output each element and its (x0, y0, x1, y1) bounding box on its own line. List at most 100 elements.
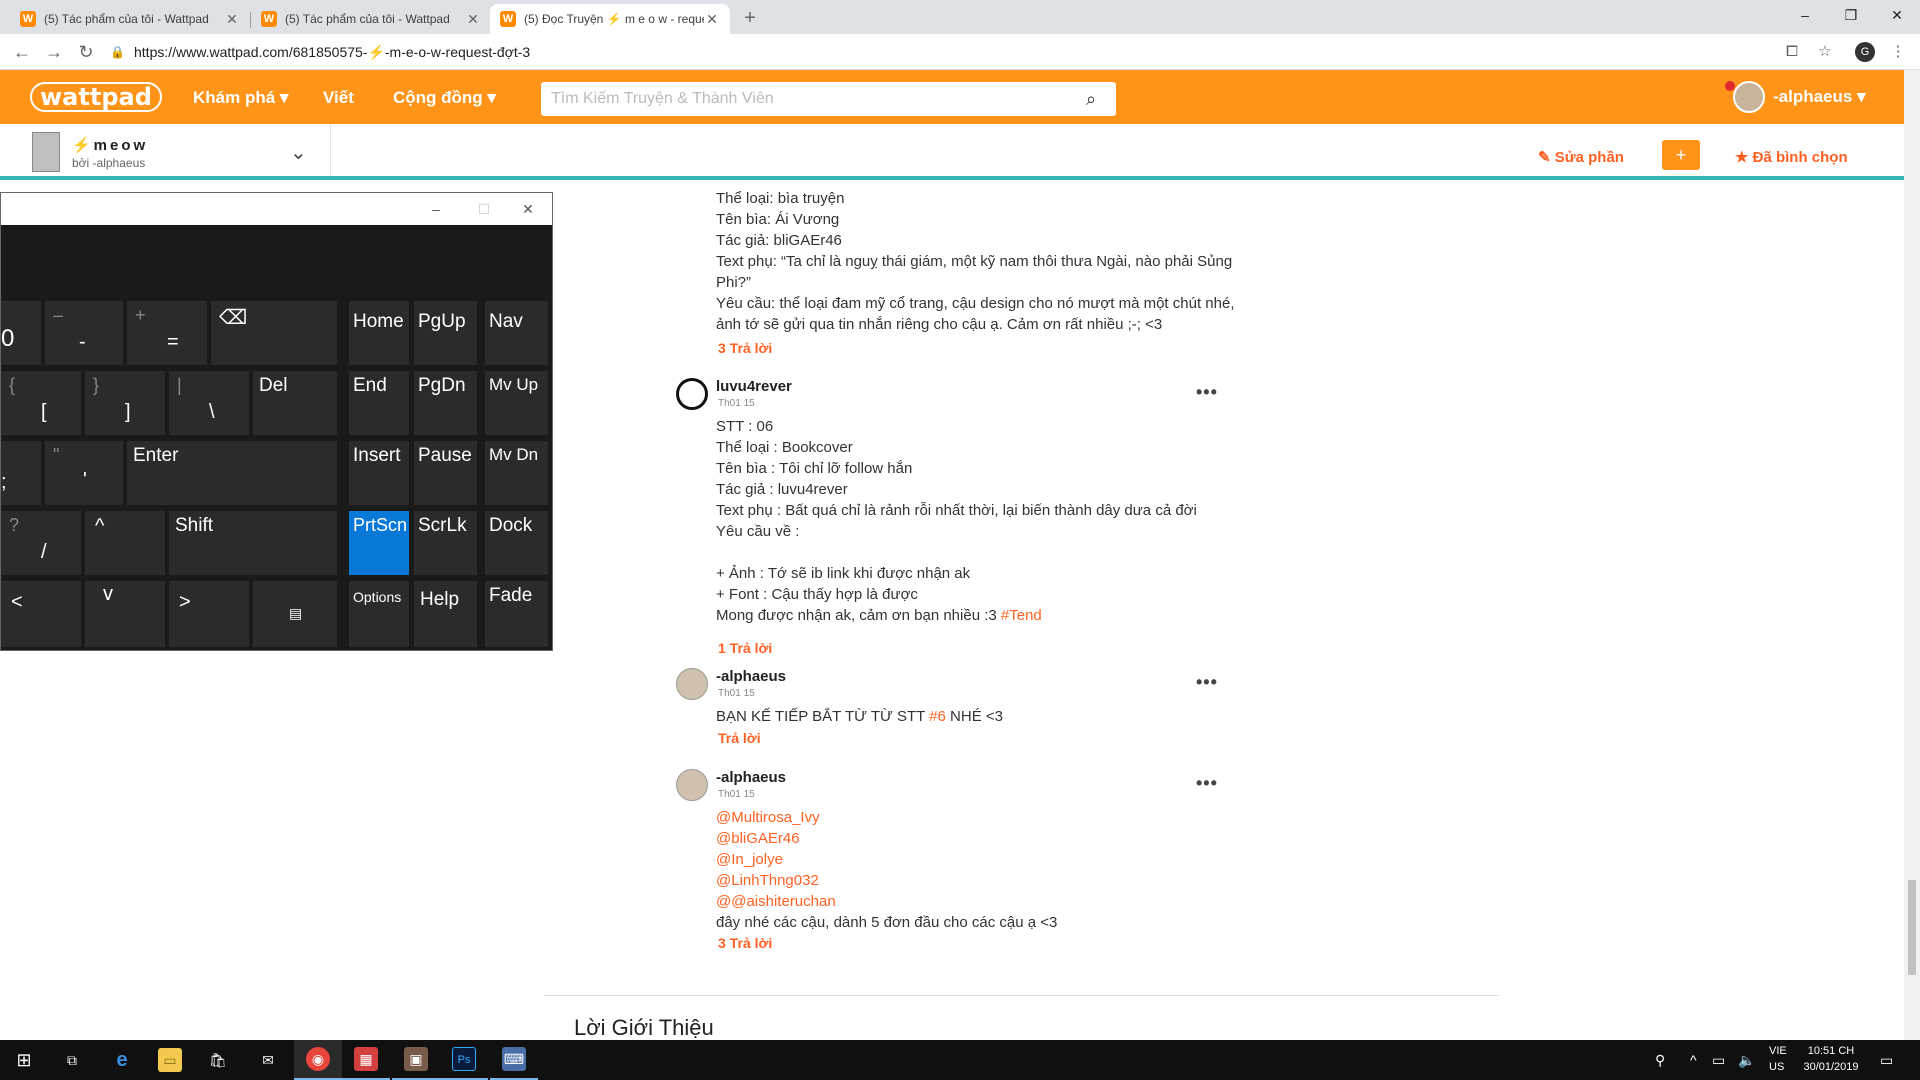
keyboard-app-icon[interactable]: ⌨ (490, 1040, 538, 1080)
hashtag-link[interactable]: #6 (929, 708, 946, 725)
key-equal[interactable]: + = (127, 301, 207, 365)
minimize-icon[interactable]: – (421, 197, 451, 221)
arrow-left-icon[interactable]: < (1, 581, 81, 647)
browser-tab[interactable]: W (5) Tác phẩm của tôi - Wattpad ✕ (251, 4, 491, 34)
more-options-icon[interactable]: ••• (1196, 773, 1218, 794)
new-tab-button[interactable]: + (738, 6, 762, 30)
key-pgup[interactable]: PgUp (414, 301, 477, 365)
vote-button[interactable]: ★ Đã bình chọn (1735, 148, 1848, 166)
file-explorer-icon[interactable]: ▭ (146, 1040, 194, 1080)
more-options-icon[interactable]: ••• (1196, 382, 1218, 403)
network-icon[interactable]: ▭ (1712, 1052, 1725, 1069)
key-semicolon[interactable]: ; (1, 441, 41, 505)
search-input[interactable] (551, 90, 1086, 108)
comment-author[interactable]: -alphaeus (716, 769, 786, 786)
osk-titlebar[interactable]: – ☐ ✕ (1, 193, 552, 225)
key-help[interactable]: Help (414, 581, 477, 647)
close-icon[interactable]: ✕ (224, 11, 240, 28)
avatar[interactable] (676, 378, 708, 410)
key-minus[interactable]: – - (45, 301, 123, 365)
browser-tab-active[interactable]: W (5) Đọc Truyện ⚡ m e o w - reque ✕ (490, 4, 730, 34)
volume-icon[interactable]: 🔈 (1738, 1052, 1755, 1069)
minimize-icon[interactable]: – (1782, 0, 1828, 30)
app-icon[interactable]: ▦ (342, 1040, 390, 1080)
chevron-down-icon[interactable]: ⌄ (290, 140, 307, 165)
key-right-bracket[interactable]: }] (85, 371, 165, 435)
close-icon[interactable]: ✕ (465, 11, 481, 28)
mention-link[interactable]: @bliGAEr46 (716, 828, 1057, 849)
language-indicator[interactable]: VIE US (1769, 1043, 1787, 1075)
key-del[interactable]: Del (253, 371, 337, 435)
story-cover-thumbnail[interactable] (32, 132, 60, 172)
context-menu-icon[interactable]: ▤ (253, 581, 337, 647)
photo-app-icon[interactable]: ▣ (392, 1040, 440, 1080)
search-icon[interactable]: ⌕ (1086, 89, 1106, 109)
reply-link[interactable]: 3 Trả lời (718, 935, 772, 951)
key-dock[interactable]: Dock (485, 511, 548, 575)
clock[interactable]: 10:51 CH 30/01/2019 (1796, 1043, 1866, 1075)
menu-kebab-icon[interactable]: ⋮ (1888, 42, 1908, 62)
edit-part-button[interactable]: ✎ Sửa phần (1538, 148, 1624, 166)
photoshop-icon[interactable]: Ps (440, 1040, 488, 1080)
key-home[interactable]: Home (349, 301, 409, 365)
key-nav[interactable]: Nav (485, 301, 548, 365)
more-options-icon[interactable]: ••• (1196, 672, 1218, 693)
avatar[interactable] (676, 668, 708, 700)
arrow-right-icon[interactable]: > (169, 581, 249, 647)
restore-icon[interactable]: ❐ (1828, 0, 1874, 30)
scrollbar[interactable] (1904, 70, 1920, 1040)
scrollbar-thumb[interactable] (1908, 880, 1916, 975)
comment-author[interactable]: luvu4rever (716, 378, 792, 395)
key-fade[interactable]: Fade (485, 581, 548, 647)
reload-icon[interactable]: ↻ (74, 40, 98, 64)
nav-discover[interactable]: Khám phá ▾ (193, 88, 288, 108)
notification-icon[interactable]: ▭ (1880, 1052, 1893, 1069)
mention-link[interactable]: @In_jolye (716, 849, 1057, 870)
close-icon[interactable]: ✕ (704, 11, 720, 28)
reply-link[interactable]: 3 Trả lời (718, 340, 772, 356)
nav-write[interactable]: Viết (323, 88, 354, 108)
user-menu[interactable]: -alphaeus ▾ (1725, 80, 1866, 114)
key-pgdn[interactable]: PgDn (414, 371, 477, 435)
people-icon[interactable]: ⚲ (1655, 1052, 1665, 1069)
windows-start-icon[interactable]: ⊞ (0, 1040, 48, 1080)
key-insert[interactable]: Insert (349, 441, 409, 505)
reply-link[interactable]: Trả lời (718, 730, 761, 746)
key-options[interactable]: Options (349, 581, 409, 647)
key-mvup[interactable]: Mv Up (485, 371, 548, 435)
bookmark-star-icon[interactable]: ☆ (1815, 42, 1835, 62)
wattpad-logo[interactable]: wattpad (30, 82, 162, 112)
browser-tab[interactable]: W (5) Tác phẩm của tôi - Wattpad ✕ (10, 4, 250, 34)
mail-icon[interactable]: ✉ (244, 1040, 292, 1080)
comment-author[interactable]: -alphaeus (716, 668, 786, 685)
arrow-down-icon[interactable]: v (85, 581, 165, 647)
backspace-icon[interactable]: ⌫ (211, 301, 337, 365)
key-slash[interactable]: ? / (1, 511, 81, 575)
mention-link[interactable]: @@aishiteruchan (716, 891, 1057, 912)
key-scrlk[interactable]: ScrLk (414, 511, 477, 575)
task-view-icon[interactable]: ⧉ (48, 1040, 96, 1080)
key-0[interactable]: 0 (1, 301, 41, 365)
key-shift[interactable]: Shift (169, 511, 337, 575)
close-window-icon[interactable]: ✕ (1874, 0, 1920, 30)
forward-arrow-icon[interactable]: → (42, 40, 66, 64)
key-left-bracket[interactable]: {[ (1, 371, 81, 435)
translate-icon[interactable]: ⧠ (1782, 42, 1802, 62)
key-quote[interactable]: " ' (45, 441, 123, 505)
mention-link[interactable]: @Multirosa_Ivy (716, 807, 1057, 828)
key-prtscn[interactable]: PrtScn (349, 511, 409, 575)
chevron-up-icon[interactable]: ^ (1690, 1052, 1697, 1068)
avatar[interactable] (676, 769, 708, 801)
reply-link[interactable]: 1 Trả lời (718, 640, 772, 656)
key-mvdn[interactable]: Mv Dn (485, 441, 548, 505)
hashtag-link[interactable]: #Tend (1001, 607, 1042, 624)
key-enter[interactable]: Enter (127, 441, 337, 505)
profile-avatar[interactable]: G (1855, 42, 1875, 62)
story-title[interactable]: ⚡meow (72, 136, 148, 154)
mention-link[interactable]: @LinhThng032 (716, 870, 1057, 891)
back-arrow-icon[interactable]: ← (10, 40, 34, 64)
key-end[interactable]: End (349, 371, 409, 435)
key-backslash[interactable]: | \ (169, 371, 249, 435)
key-pause[interactable]: Pause (414, 441, 477, 505)
arrow-up-icon[interactable]: ^ (85, 511, 165, 575)
